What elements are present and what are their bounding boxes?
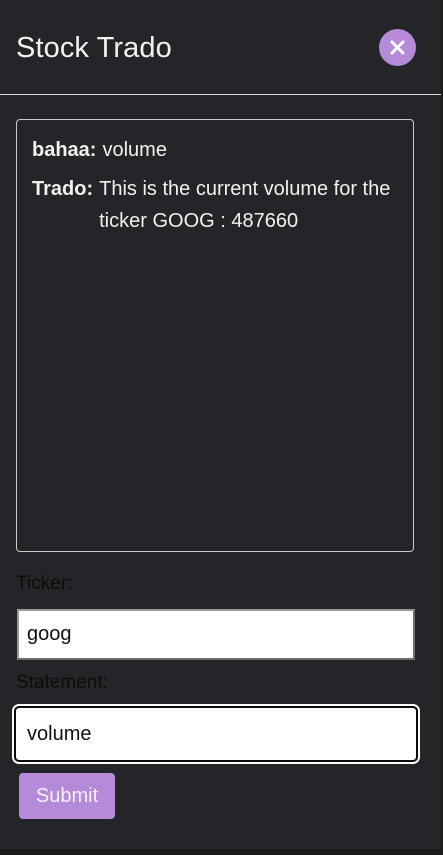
message-sender: Trado: <box>32 178 94 200</box>
statement-input[interactable] <box>14 706 418 762</box>
message-text: volume <box>102 139 167 161</box>
ticker-label: Ticker: <box>16 573 73 594</box>
chat-message: bahaa: volume <box>32 134 167 166</box>
submit-button[interactable]: Submit <box>19 773 115 819</box>
chat-message: Trado: This is the current volume for th… <box>32 173 392 237</box>
chat-log[interactable]: bahaa: volume Trado: This is the current… <box>16 119 414 552</box>
close-icon <box>390 40 405 55</box>
chat-panel: Stock Trado bahaa: volume Trado: This is… <box>0 0 443 855</box>
ticker-input[interactable] <box>17 609 415 660</box>
message-sender: bahaa: <box>32 139 97 161</box>
panel-title: Stock Trado <box>16 32 172 64</box>
panel-header: Stock Trado <box>0 0 441 95</box>
statement-label: Statement: <box>16 672 108 693</box>
close-button[interactable] <box>379 29 416 66</box>
message-text: This is the current volume for the ticke… <box>99 178 391 232</box>
